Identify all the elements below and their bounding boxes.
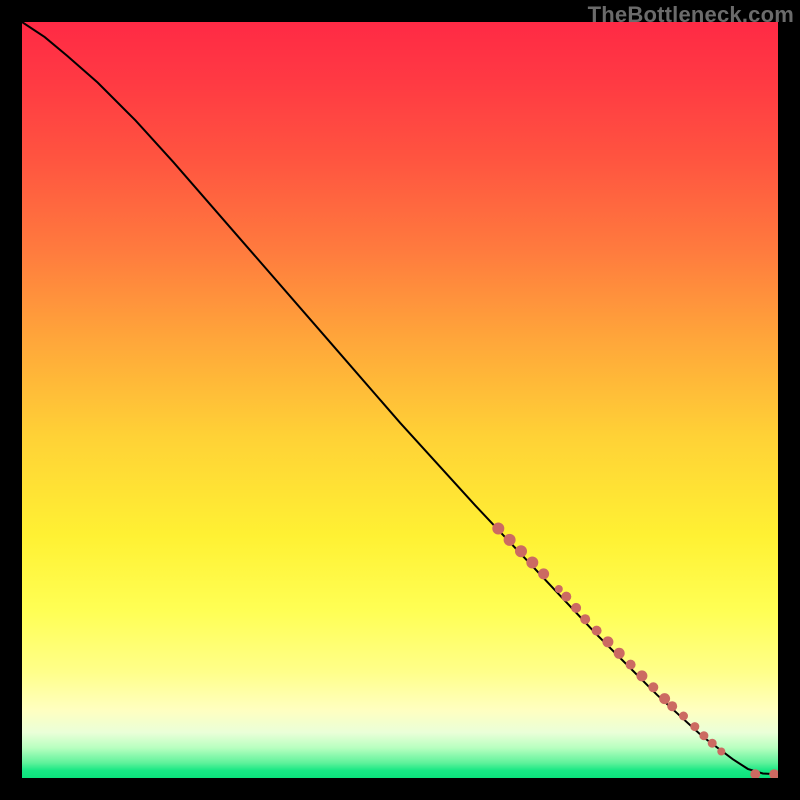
data-point <box>679 712 688 721</box>
data-point <box>659 693 670 704</box>
data-point <box>555 585 563 593</box>
data-point <box>708 739 717 748</box>
watermark-text: TheBottleneck.com <box>588 2 794 28</box>
data-point <box>504 534 516 546</box>
data-point <box>667 701 677 711</box>
data-point <box>515 545 527 557</box>
data-point <box>592 626 602 636</box>
data-point <box>769 769 778 778</box>
data-point <box>492 523 504 535</box>
data-point <box>561 592 571 602</box>
data-point <box>602 636 613 647</box>
data-point <box>699 731 708 740</box>
marker-layer <box>492 523 778 779</box>
data-point <box>717 748 725 756</box>
data-point <box>538 568 549 579</box>
data-point <box>614 648 625 659</box>
data-point <box>580 614 590 624</box>
data-point <box>526 557 538 569</box>
plot-area <box>22 22 778 778</box>
bottleneck-curve <box>22 22 778 774</box>
data-point <box>648 682 658 692</box>
data-point <box>636 670 647 681</box>
plot-overlay <box>22 22 778 778</box>
data-point <box>690 722 699 731</box>
data-point <box>571 603 581 613</box>
chart-stage: TheBottleneck.com <box>0 0 800 800</box>
data-point <box>626 660 636 670</box>
